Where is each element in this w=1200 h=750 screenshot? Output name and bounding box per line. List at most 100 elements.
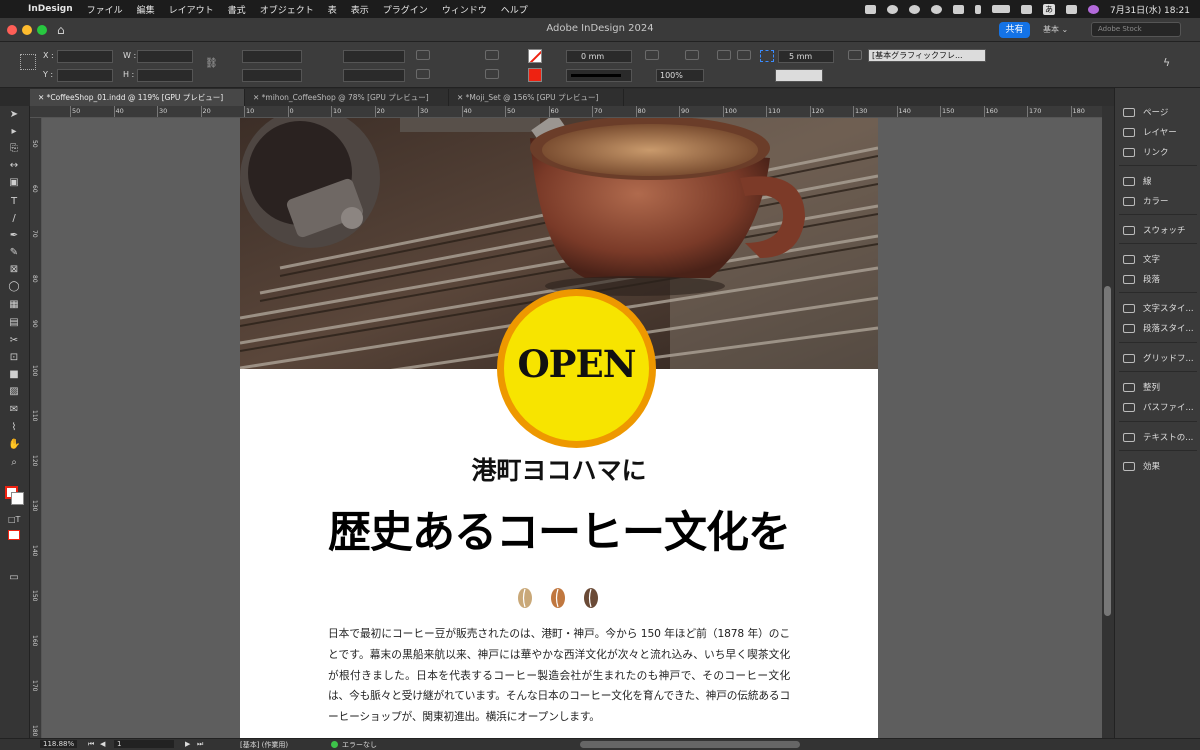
play-icon[interactable] <box>931 4 942 14</box>
close-tab-icon[interactable]: ✕ <box>38 93 47 102</box>
siri-icon[interactable] <box>1088 4 1099 14</box>
bluetooth-icon[interactable] <box>975 4 981 14</box>
panel-item-align[interactable]: 整列 <box>1115 379 1200 397</box>
menu-file[interactable]: ファイル <box>87 3 123 16</box>
share-button[interactable]: 共有 <box>999 22 1030 38</box>
horizontal-ruler[interactable]: 50 40 30 20 10 0 10 20 30 40 50 60 70 80 90 100 110 120 13… <box>30 106 1102 118</box>
last-page-button[interactable]: ⏭ <box>197 740 203 749</box>
fill-stroke-proxy[interactable] <box>5 486 25 506</box>
gradient-feather-tool-icon[interactable]: ▨ <box>8 386 20 397</box>
panel-item-character-styles[interactable]: 文字スタイ... <box>1115 300 1200 318</box>
panel-item-effects[interactable]: 効果 <box>1115 458 1200 476</box>
align-left-icon[interactable] <box>717 50 731 60</box>
frame-fitting-dropdown[interactable] <box>775 69 823 82</box>
rotation-field[interactable] <box>343 50 405 63</box>
pencil-tool-icon[interactable]: ✎ <box>8 247 20 258</box>
scrollbar-thumb[interactable] <box>1104 286 1111 616</box>
w-field[interactable] <box>137 50 193 63</box>
fill-swatch[interactable] <box>528 49 542 63</box>
apply-none-icon[interactable] <box>8 530 20 540</box>
h-field[interactable] <box>137 69 193 82</box>
panel-item-paragraph-styles[interactable]: 段落スタイ... <box>1115 320 1200 338</box>
tab-moji-set[interactable]: ✕ *Moji_Set @ 156% [GPU プレビュー] <box>449 89 624 106</box>
menu-view[interactable]: 表示 <box>351 3 369 16</box>
battery-icon[interactable] <box>992 5 1010 13</box>
cloud-icon[interactable] <box>865 4 876 14</box>
profile-label[interactable]: [基本] (作業用) <box>240 740 288 750</box>
menubar-clock[interactable]: 7月31日(水) 18:21 <box>1110 3 1190 16</box>
scale-y-field[interactable] <box>242 69 302 82</box>
screen-mode-icon[interactable]: ▭ <box>8 572 20 583</box>
panel-item-grid-format[interactable]: グリッドフ... <box>1115 350 1200 368</box>
volume-icon[interactable] <box>953 4 964 14</box>
open-badge[interactable]: OPEN <box>497 289 656 448</box>
panel-item-layers[interactable]: レイヤー <box>1115 124 1200 142</box>
eyedropper-tool-icon[interactable]: ⌇ <box>8 422 20 433</box>
direct-selection-tool-icon[interactable]: ▸ <box>8 126 20 137</box>
y-field[interactable] <box>57 69 113 82</box>
gap-tool-icon[interactable]: ↔ <box>8 160 20 171</box>
input-method-indicator[interactable]: あ <box>1043 3 1055 15</box>
stroke-type-dropdown[interactable] <box>566 69 632 82</box>
panel-item-swatches[interactable]: スウォッチ <box>1115 222 1200 240</box>
spacing-icon[interactable] <box>760 50 774 62</box>
panel-item-links[interactable]: リンク <box>1115 144 1200 162</box>
select-content-icon[interactable] <box>485 69 499 79</box>
stroke-weight-field[interactable]: 0 mm <box>566 50 632 63</box>
selection-tool-icon[interactable]: ➤ <box>8 109 20 120</box>
page-tool-icon[interactable]: ⎘ <box>8 143 20 154</box>
menu-plugins[interactable]: プラグイン <box>383 3 428 16</box>
sync-icon[interactable] <box>909 4 920 14</box>
constrain-proportions-icon[interactable]: ⛓ <box>205 58 218 69</box>
page-number-field[interactable]: 1 <box>114 740 174 748</box>
control-center-icon[interactable] <box>1066 4 1077 14</box>
pasteboard[interactable]: OPEN 港町ヨコハマに 歴史あるコーヒー文化を 日本で最初にコーヒー豆が販売さ… <box>42 118 1102 738</box>
main-heading[interactable]: 歴史あるコーヒー文化を <box>240 498 878 560</box>
scissors-tool-icon[interactable]: ✂ <box>8 335 20 346</box>
preflight-status[interactable]: エラーなし <box>342 740 377 750</box>
type-tool-icon[interactable]: T <box>8 196 20 207</box>
object-style-icon[interactable] <box>848 50 862 60</box>
free-transform-tool-icon[interactable]: ⊡ <box>8 352 20 363</box>
menu-object[interactable]: オブジェクト <box>260 3 314 16</box>
x-field[interactable] <box>57 50 113 63</box>
creative-cloud-icon[interactable] <box>887 4 898 14</box>
workspace-switcher[interactable]: 基本 ⌄ <box>1043 24 1068 35</box>
zoom-tool-icon[interactable]: ⌕ <box>8 457 20 468</box>
formatting-container-icon[interactable]: □T <box>8 514 20 525</box>
next-page-button[interactable]: ▶ <box>185 740 190 748</box>
tab-mihon-coffeeshop[interactable]: ✕ *mihon_CoffeeShop @ 78% [GPU プレビュー] <box>245 89 449 106</box>
object-style-dropdown[interactable]: [基本グラフィックフレ... <box>868 49 986 62</box>
menu-window[interactable]: ウィンドウ <box>442 3 487 16</box>
reference-point-icon[interactable] <box>20 54 36 70</box>
first-page-button[interactable]: ⏮ <box>88 740 94 749</box>
horizontal-scrollbar-thumb[interactable] <box>580 741 800 748</box>
document-page[interactable]: OPEN 港町ヨコハマに 歴史あるコーヒー文化を 日本で最初にコーヒー豆が販売さ… <box>240 118 878 738</box>
previous-page-button[interactable]: ◀ <box>100 740 105 748</box>
effects-icon[interactable] <box>685 50 699 60</box>
panel-item-character[interactable]: 文字 <box>1115 251 1200 269</box>
body-text-frame[interactable]: 日本で最初にコーヒー豆が販売されたのは、港町・神戸。今から 150 年ほど前（1… <box>328 624 790 728</box>
menu-type[interactable]: 書式 <box>228 3 246 16</box>
panel-item-color[interactable]: カラー <box>1115 193 1200 211</box>
scale-x-field[interactable] <box>242 50 302 63</box>
vertical-scrollbar[interactable] <box>1102 106 1114 738</box>
frame-grid-tool-icon[interactable]: ▦ <box>8 299 20 310</box>
menu-edit[interactable]: 編集 <box>137 3 155 16</box>
rotate-cw-icon[interactable] <box>416 50 430 60</box>
hand-tool-icon[interactable]: ✋ <box>8 439 20 450</box>
table-tool-icon[interactable]: ▤ <box>8 317 20 328</box>
align-center-icon[interactable] <box>737 50 751 60</box>
adobe-stock-search[interactable]: Adobe Stock <box>1091 22 1181 37</box>
line-tool-icon[interactable]: / <box>8 213 20 224</box>
panel-item-paragraph[interactable]: 段落 <box>1115 271 1200 289</box>
sub-heading[interactable]: 港町ヨコハマに <box>240 451 878 487</box>
menu-table[interactable]: 表 <box>328 3 337 16</box>
pen-tool-icon[interactable]: ✒ <box>8 230 20 241</box>
note-tool-icon[interactable]: ✉ <box>8 404 20 415</box>
panel-item-text-wrap[interactable]: テキストの... <box>1115 429 1200 447</box>
tab-coffeeshop-01[interactable]: ✕ *CoffeeShop_01.indd @ 119% [GPU プレビュー] <box>30 89 245 106</box>
content-collector-icon[interactable]: ▣ <box>8 177 20 188</box>
stroke-swatch[interactable] <box>528 68 542 82</box>
ellipse-tool-icon[interactable]: ◯ <box>8 281 20 292</box>
